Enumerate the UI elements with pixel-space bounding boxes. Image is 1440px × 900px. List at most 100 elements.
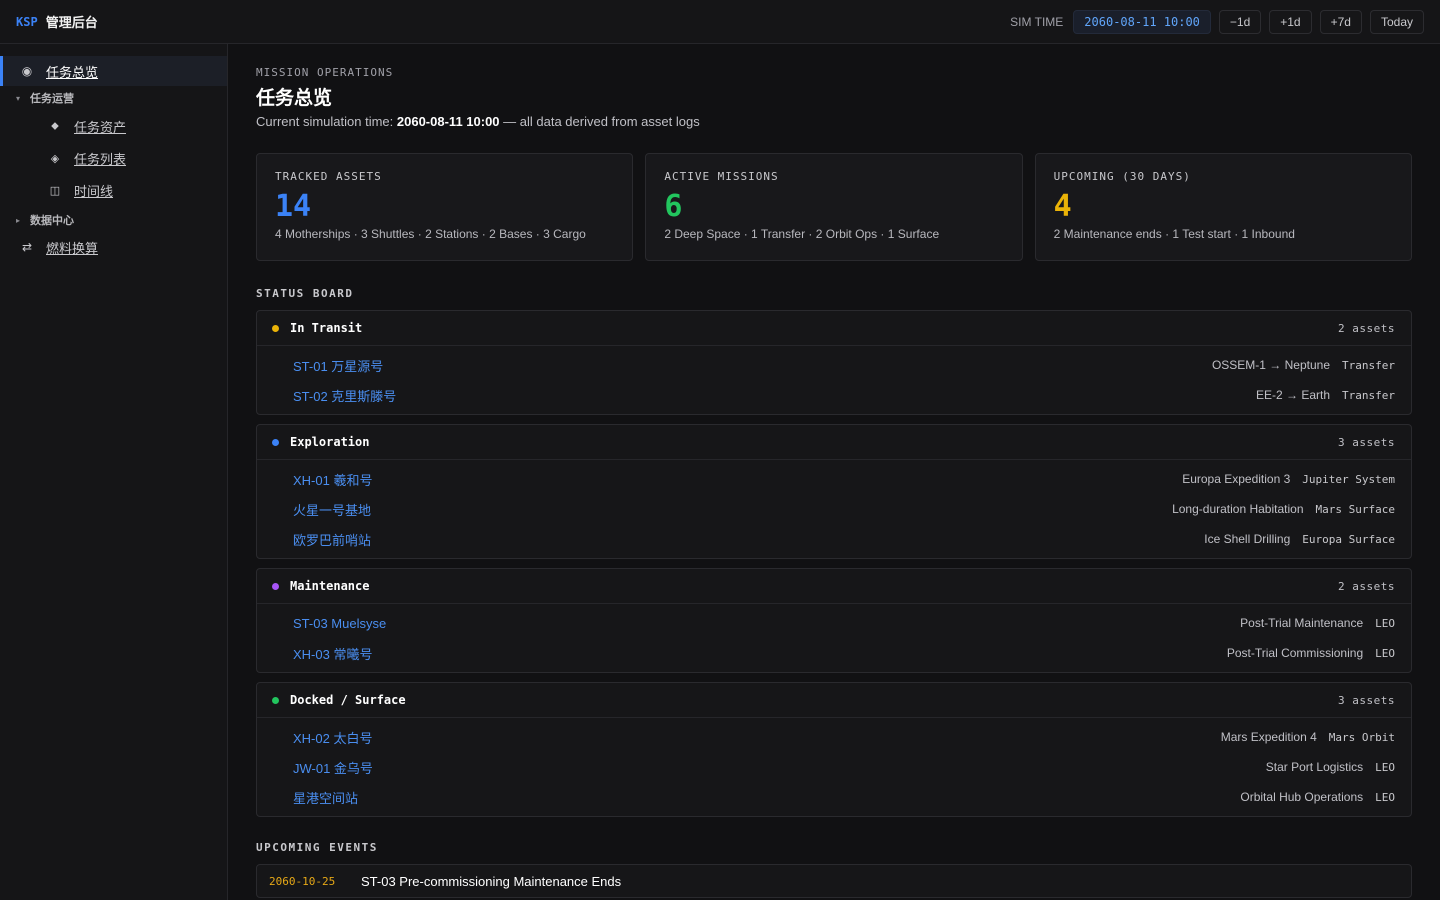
status-dot [272, 582, 279, 590]
stat-card-label: ACTIVE MISSIONS [664, 170, 779, 183]
brand-title: 管理后台 [45, 15, 98, 30]
event-row[interactable]: 2060-10-25 ST-03 Pre-commissioning Maint… [256, 864, 1412, 898]
asset-link[interactable]: ST-03 Muelsyse [293, 616, 386, 631]
stat-card-tracked-assets: TRACKED ASSETS 14 4 Motherships · 3 Shut… [256, 153, 634, 261]
asset-location: Jupiter System [1302, 472, 1395, 486]
status-group-body: ST-03 Muelsyse Post-Trial Maintenance LE… [257, 604, 1411, 672]
asset-mission: Star Port Logistics [1265, 760, 1364, 774]
status-group-title: Maintenance [290, 579, 370, 593]
sidebar-item-missions[interactable]: ◈ 任务列表 [0, 142, 227, 174]
asset-mission: OSSEM-1 → Neptune [1211, 358, 1331, 372]
asset-row: ST-02 克里斯滕号 EE-2 → Earth Transfer [257, 380, 1411, 410]
sidebar-group-data[interactable]: ▸ 数据中心 [0, 208, 227, 232]
asset-row: JW-01 金乌号 Star Port Logistics LEO [257, 752, 1411, 782]
rocket-icon: ⬥ [51, 119, 59, 132]
page-subtitle: Current simulation time: 2060-08-11 10:0… [256, 114, 1412, 129]
asset-row: ST-03 Muelsyse Post-Trial Maintenance LE… [257, 608, 1411, 638]
event-date: 2060-10-25 [269, 874, 336, 888]
event-title: ST-03 Pre-commissioning Maintenance Ends [361, 873, 622, 889]
sidebar-item-label: 任务列表 [74, 151, 127, 167]
asset-row: 火星一号基地 Long-duration Habitation Mars Sur… [257, 494, 1411, 524]
sidebar-group-label: 任务运营 [30, 93, 74, 105]
asset-location: Mars Orbit [1328, 730, 1395, 744]
asset-row: ST-01 万星源号 OSSEM-1 → Neptune Transfer [257, 350, 1411, 380]
stat-card-upcoming: UPCOMING (30 DAYS) 4 2 Maintenance ends … [1034, 153, 1412, 261]
stat-cards: TRACKED ASSETS 14 4 Motherships · 3 Shut… [256, 153, 1412, 261]
asset-link[interactable]: JW-01 金乌号 [293, 758, 373, 777]
brand[interactable]: KSP 管理后台 [0, 12, 98, 31]
asset-link[interactable]: 火星一号基地 [293, 500, 371, 519]
stat-card-label: TRACKED ASSETS [275, 170, 382, 183]
stat-card-detail: 2 Deep Space · 1 Transfer · 2 Orbit Ops … [664, 227, 940, 241]
asset-row: 星港空间站 Orbital Hub Operations LEO [257, 782, 1411, 812]
stat-card-label: UPCOMING (30 DAYS) [1053, 170, 1191, 183]
status-group-body: XH-02 太白号 Mars Expedition 4 Mars Orbit J… [257, 718, 1411, 816]
asset-row: 欧罗巴前哨站 Ice Shell Drilling Europa Surface [257, 524, 1411, 554]
asset-link[interactable]: 星港空间站 [293, 788, 358, 807]
asset-link[interactable]: ST-02 克里斯滕号 [293, 386, 396, 405]
status-group-count: 2 assets [1338, 321, 1395, 335]
status-dot [272, 324, 279, 332]
diamond-icon: ◈ [50, 152, 60, 165]
asset-location: Transfer [1342, 388, 1395, 402]
status-group-header: In Transit 2 assets [257, 311, 1411, 346]
page-eyebrow: MISSION OPERATIONS [256, 66, 394, 79]
asset-link[interactable]: XH-03 常曦号 [293, 644, 372, 663]
asset-mission: Long-duration Habitation [1172, 502, 1304, 516]
status-dot [272, 438, 279, 446]
status-group-title: Docked / Surface [290, 693, 406, 707]
stat-card-value: 6 [664, 189, 683, 224]
caret-down-icon: ▾ [16, 93, 21, 103]
status-group-header: Maintenance 2 assets [257, 569, 1411, 604]
status-group-exploration: Exploration 3 assets XH-01 羲和号 Europa Ex… [256, 424, 1412, 559]
status-group-count: 3 assets [1338, 693, 1395, 707]
asset-location: LEO [1375, 616, 1395, 630]
status-group-title: Exploration [290, 435, 370, 449]
asset-mission: Post-Trial Maintenance [1240, 616, 1364, 630]
sidebar-item-label: 时间线 [74, 183, 114, 199]
minus-1d-button[interactable]: −1d [1218, 9, 1262, 34]
subtitle-time: 2060-08-11 10:00 [396, 114, 500, 129]
status-dot [272, 696, 279, 704]
top-bar: KSP 管理后台 SIM TIME 2060-08-11 10:00 −1d +… [0, 0, 1440, 44]
plus-7d-button[interactable]: +7d [1319, 9, 1362, 34]
asset-row: XH-01 羲和号 Europa Expedition 3 Jupiter Sy… [257, 464, 1411, 494]
sidebar-group-label: 数据中心 [30, 215, 74, 227]
asset-link[interactable]: XH-01 羲和号 [293, 470, 372, 489]
asset-location: Mars Surface [1315, 502, 1395, 516]
asset-location: LEO [1375, 760, 1395, 774]
sidebar-item-assets[interactable]: ⬥ 任务资产 [0, 110, 227, 142]
sim-time-label: SIM TIME [1010, 14, 1064, 29]
brand-short: KSP [16, 14, 38, 29]
columns-icon: ◫ [49, 184, 61, 197]
asset-mission: EE-2 → Earth [1255, 388, 1331, 402]
stat-card-active-missions: ACTIVE MISSIONS 6 2 Deep Space · 1 Trans… [645, 153, 1023, 261]
status-group-body: XH-01 羲和号 Europa Expedition 3 Jupiter Sy… [257, 460, 1411, 558]
stat-card-value: 4 [1053, 189, 1072, 224]
sidebar-item-overview[interactable]: ◉ 任务总览 [0, 56, 227, 86]
status-group-title: In Transit [290, 321, 363, 335]
asset-location: Transfer [1342, 358, 1395, 372]
asset-link[interactable]: XH-02 太白号 [293, 728, 372, 747]
asset-link[interactable]: 欧罗巴前哨站 [293, 530, 371, 549]
upcoming-events-label: UPCOMING EVENTS [256, 841, 378, 854]
subtitle-prefix: Current simulation time: [256, 114, 397, 129]
asset-location: Europa Surface [1302, 532, 1395, 546]
asset-mission: Europa Expedition 3 [1182, 472, 1291, 486]
status-board: In Transit 2 assets ST-01 万星源号 OSSEM-1 →… [256, 310, 1412, 817]
today-button[interactable]: Today [1369, 9, 1424, 34]
exchange-icon: ⇄ [21, 240, 33, 254]
status-group-header: Docked / Surface 3 assets [257, 683, 1411, 718]
sidebar-item-timeline[interactable]: ◫ 时间线 [0, 174, 227, 206]
sidebar-group-ops[interactable]: ▾ 任务运营 [0, 86, 227, 110]
asset-row: XH-03 常曦号 Post-Trial Commissioning LEO [257, 638, 1411, 668]
status-group-in-transit: In Transit 2 assets ST-01 万星源号 OSSEM-1 →… [256, 310, 1412, 415]
status-group-header: Exploration 3 assets [257, 425, 1411, 460]
target-icon: ◉ [21, 64, 33, 78]
status-group-maintenance: Maintenance 2 assets ST-03 Muelsyse Post… [256, 568, 1412, 673]
plus-1d-button[interactable]: +1d [1269, 9, 1312, 34]
status-group-count: 3 assets [1338, 435, 1395, 449]
sidebar-item-fuel[interactable]: ⇄ 燃料换算 [0, 232, 227, 262]
asset-link[interactable]: ST-01 万星源号 [293, 356, 383, 375]
asset-mission: Ice Shell Drilling [1204, 532, 1291, 546]
